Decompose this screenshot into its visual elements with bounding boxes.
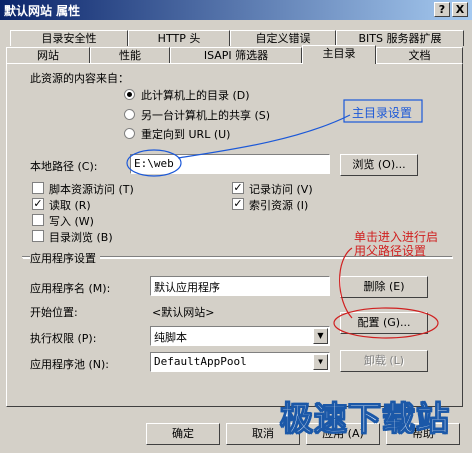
- checkbox-log-visits[interactable]: ✓: [232, 182, 244, 194]
- log-visits-label: 记录访问 (V): [249, 183, 313, 196]
- ok-button[interactable]: 确定: [146, 423, 220, 445]
- checkbox-directory-browsing[interactable]: [32, 230, 44, 242]
- radio-redirect-url-label: 重定向到 URL (U): [141, 128, 231, 141]
- script-source-access-label: 脚本资源访问 (T): [49, 183, 134, 196]
- directory-browsing-label: 目录浏览 (B): [49, 231, 113, 244]
- help-title-button[interactable]: ?: [434, 2, 450, 17]
- radio-local-directory[interactable]: [124, 89, 135, 100]
- app-name-input[interactable]: 默认应用程序: [150, 276, 330, 296]
- title-bar: 默认网站 属性 ? X: [0, 0, 472, 20]
- radio-network-share[interactable]: [124, 109, 135, 120]
- index-resource-label: 索引资源 (I): [249, 199, 309, 212]
- source-heading: 此资源的内容来自：: [30, 72, 129, 85]
- local-path-input[interactable]: E:\web: [130, 154, 330, 174]
- write-label: 写入 (W): [49, 215, 94, 228]
- tab-http-headers[interactable]: HTTP 头: [128, 30, 230, 46]
- tab-custom-errors[interactable]: 自定义错误: [230, 30, 336, 46]
- tab-directory-security[interactable]: 目录安全性: [10, 30, 128, 46]
- app-settings-heading: 应用程序设置: [30, 250, 100, 266]
- unload-button[interactable]: 卸载 (L): [340, 350, 428, 372]
- watermark-logo: 极速下载站: [280, 399, 450, 439]
- tab-bits-server-extensions[interactable]: BITS 服务器扩展: [336, 30, 464, 46]
- remove-button[interactable]: 删除 (E): [340, 276, 428, 298]
- radio-local-directory-label: 此计算机上的目录 (D): [141, 89, 250, 102]
- tab-performance[interactable]: 性能: [90, 47, 170, 63]
- checkbox-write[interactable]: [32, 214, 44, 226]
- local-path-label: 本地路径 (C):: [30, 160, 98, 173]
- chevron-down-icon[interactable]: ▼: [313, 354, 328, 370]
- start-location-label: 开始位置:: [30, 306, 78, 319]
- close-title-button[interactable]: X: [452, 2, 468, 17]
- app-name-label: 应用程序名 (M):: [30, 282, 111, 295]
- tab-isapi-filters[interactable]: ISAPI 筛选器: [170, 47, 302, 63]
- annotation-config-text-2: 用父路径设置: [354, 244, 427, 258]
- window-title: 默认网站 属性: [4, 4, 81, 18]
- checkbox-index-resource[interactable]: ✓: [232, 198, 244, 210]
- execute-permissions-select[interactable]: 纯脚本 ▼: [150, 326, 330, 346]
- tab-home-directory[interactable]: 主目录: [302, 45, 376, 64]
- tab-documents[interactable]: 文档: [376, 47, 463, 63]
- app-pool-value: DefaultAppPool: [154, 355, 247, 368]
- chevron-down-icon[interactable]: ▼: [313, 328, 328, 344]
- browse-button[interactable]: 浏览 (O)...: [340, 154, 418, 176]
- checkbox-read[interactable]: ✓: [32, 198, 44, 210]
- radio-redirect-url[interactable]: [124, 128, 135, 139]
- tab-website[interactable]: 网站: [6, 47, 90, 63]
- annotation-home-dir-text: 主目录设置: [352, 106, 413, 120]
- execute-permissions-value: 纯脚本: [154, 331, 187, 344]
- execute-permissions-label: 执行权限 (P):: [30, 332, 97, 345]
- configuration-button[interactable]: 配置 (G)...: [340, 312, 428, 334]
- start-location-value: <默认网站>: [152, 306, 215, 319]
- checkbox-script-source-access[interactable]: [32, 182, 44, 194]
- app-pool-label: 应用程序池 (N):: [30, 358, 110, 371]
- radio-network-share-label: 另一台计算机上的共享 (S): [141, 109, 271, 122]
- read-label: 读取 (R): [49, 199, 91, 212]
- app-pool-select[interactable]: DefaultAppPool ▼: [150, 352, 330, 372]
